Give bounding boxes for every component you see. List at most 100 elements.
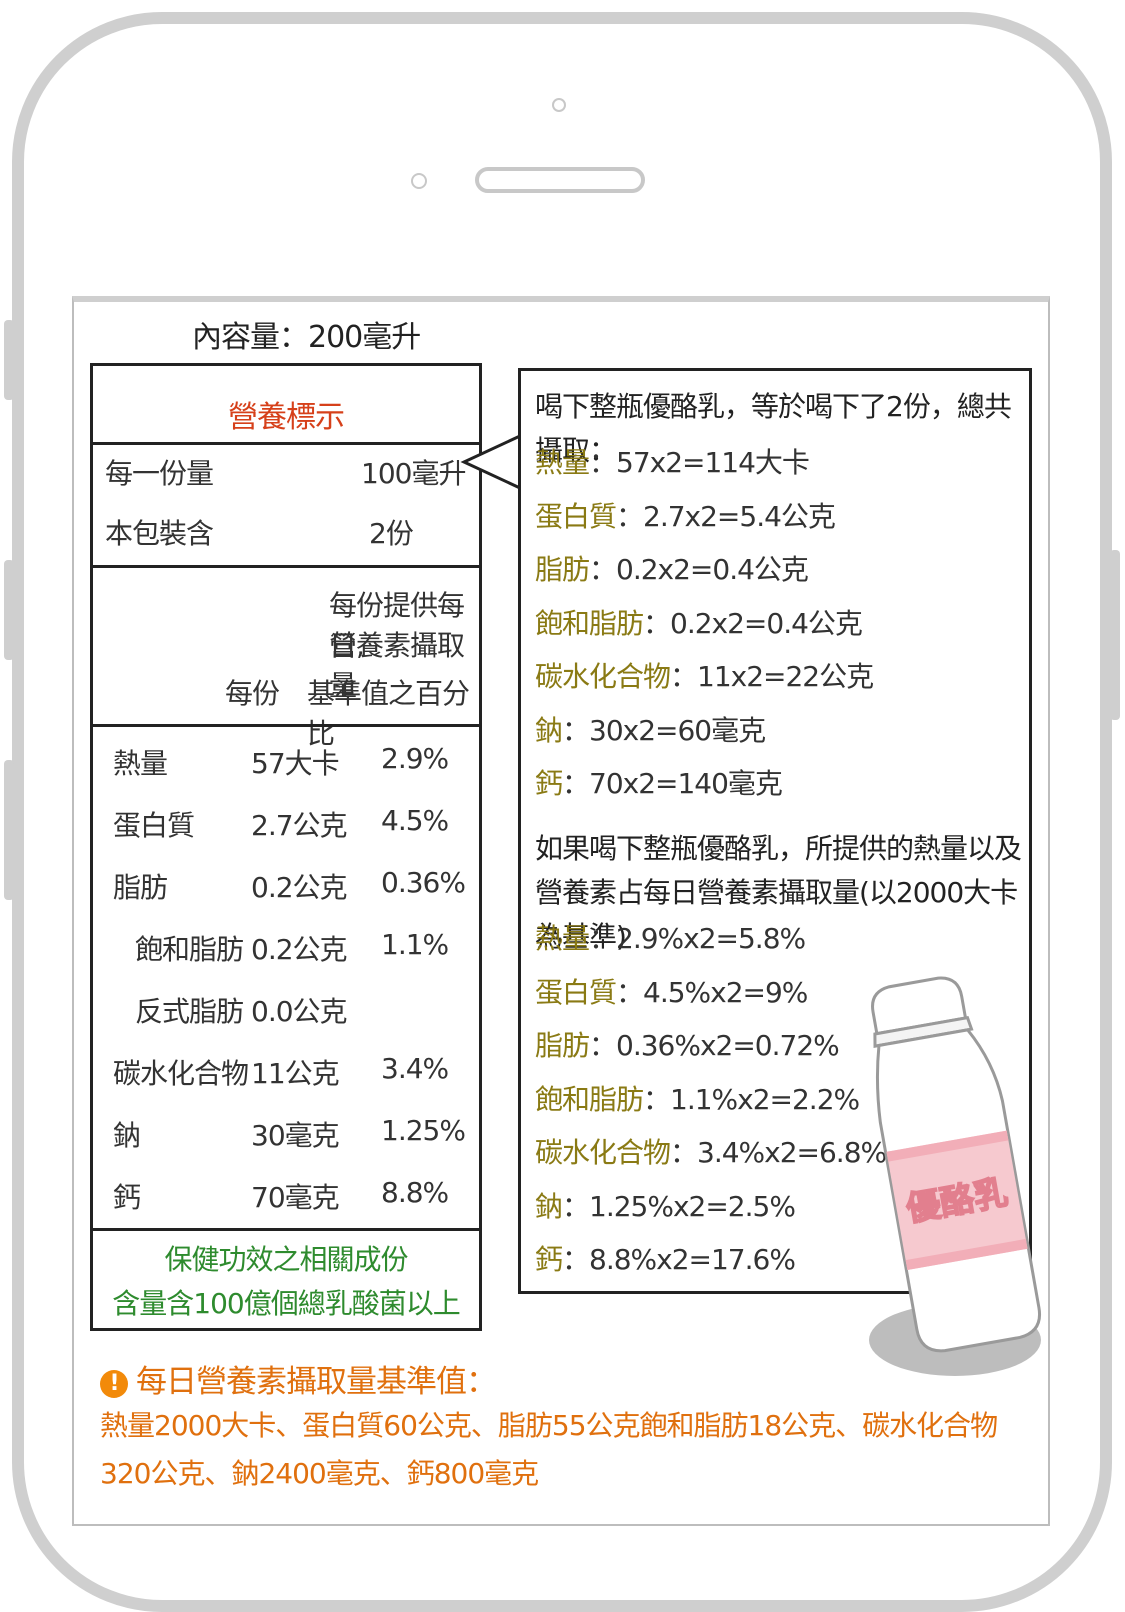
calculation-value: ：30x2=60毫克 xyxy=(562,713,766,747)
nutrient-row: 鈣 70毫克 8.8% xyxy=(93,1176,479,1216)
nutrient-name: 碳水化合物 xyxy=(535,1136,671,1169)
calculation-value: ：1.25%x2=2.5% xyxy=(562,1189,796,1223)
calculation-value: ：8.8%x2=17.6% xyxy=(562,1243,796,1276)
daily-percent-line: 鈉：1.25%x2=2.5% xyxy=(535,1185,796,1225)
total-intake-line: 碳水化合物：11x2=22公克 xyxy=(535,655,874,695)
calculation-value: ：1.1%x2=2.2% xyxy=(643,1082,860,1116)
header-per-serving: 每份 xyxy=(225,677,280,710)
phone-side-button xyxy=(1110,550,1120,720)
daily-percent-line: 飽和脂肪：1.1%x2=2.2% xyxy=(535,1078,860,1118)
total-intake-line: 飽和脂肪：0.2x2=0.4公克 xyxy=(535,602,863,642)
nutrient-name: 蛋白質 xyxy=(535,499,617,533)
content-amount: 內容量：200毫升 xyxy=(192,320,421,355)
phone-side-button xyxy=(4,560,14,660)
calculation-value: ：2.9%x2=5.8% xyxy=(589,922,806,955)
nutrient-percent: 3.4% xyxy=(381,1052,449,1085)
calculation-value: ：57x2=114大卡 xyxy=(589,446,810,479)
nutrient-name: 熱量 xyxy=(535,446,590,479)
nutrient-amount: 11公克 xyxy=(251,1057,340,1090)
phone-speaker xyxy=(475,167,645,193)
nutrient-row: 熱量 57大卡 2.9% xyxy=(93,742,479,782)
nutrient-amount: 0.2公克 xyxy=(251,871,348,904)
daily-reference-title: 每日營養素攝取量基準值： xyxy=(136,1364,497,1400)
warning-icon: ! xyxy=(100,1370,128,1398)
nutrient-amount: 0.2公克 xyxy=(251,933,348,966)
nutrient-name: 飽和脂肪 xyxy=(535,1082,644,1116)
nutrient-name: 鈉 xyxy=(535,713,563,747)
nutrient-amount: 70毫克 xyxy=(251,1181,340,1214)
divider xyxy=(93,724,479,727)
header-percent: 基準值之百分比 xyxy=(307,677,470,750)
phone-side-button xyxy=(4,760,14,900)
nutrition-label-title: 營養標示 xyxy=(228,400,345,435)
daily-percent-line: 碳水化合物：3.4%x2=6.8% xyxy=(535,1131,887,1171)
nutrient-name: 熱量 xyxy=(113,747,168,780)
total-intake-line: 脂肪：0.2x2=0.4公克 xyxy=(535,548,809,588)
nutrient-name: 蛋白質 xyxy=(535,975,617,1009)
calculation-value: ：11x2=22公克 xyxy=(670,660,874,693)
daily-percent-line: 蛋白質：4.5%x2=9% xyxy=(535,971,808,1011)
calculation-value: ：4.5%x2=9% xyxy=(616,975,808,1009)
nutrient-name: 鈉 xyxy=(113,1119,141,1152)
nutrient-name: 碳水化合物 xyxy=(535,660,671,693)
nutrient-amount: 0.0公克 xyxy=(251,995,348,1028)
divider xyxy=(93,1228,479,1231)
nutrition-label: 營養標示 每一份量 100毫升 本包裝含 2份 每份提供每日, 營養素攝取量 每… xyxy=(90,363,482,1331)
nutrient-name: 鈉 xyxy=(535,1189,563,1223)
calculation-value: ：2.7x2=5.4公克 xyxy=(616,499,836,533)
nutrient-name: 飽和脂肪 xyxy=(535,606,644,640)
divider xyxy=(93,565,479,568)
nutrient-percent: 8.8% xyxy=(381,1176,449,1209)
daily-reference-heading: ! 每日營養素攝取量基準值： xyxy=(100,1356,497,1401)
daily-reference-values: 熱量2000大卡、蛋白質60公克、脂肪55公克飽和脂肪18公克、碳水化合物320… xyxy=(100,1409,998,1490)
nutrient-row: 碳水化合物 11公克 3.4% xyxy=(93,1052,479,1092)
nutrient-name: 脂肪 xyxy=(535,1029,590,1062)
nutrient-name: 飽和脂肪 xyxy=(135,933,244,966)
nutrient-amount: 2.7公克 xyxy=(251,809,348,842)
total-intake-line: 鈉：30x2=60毫克 xyxy=(535,709,766,749)
nutrient-row: 脂肪 0.2公克 0.36% xyxy=(93,866,479,906)
nutrient-name: 鈣 xyxy=(535,767,563,800)
nutrient-percent: 4.5% xyxy=(381,804,449,837)
nutrient-name: 鈣 xyxy=(535,1243,563,1276)
calculation-value: ：70x2=140毫克 xyxy=(562,767,783,800)
calculation-value: ：3.4%x2=6.8% xyxy=(670,1136,887,1169)
phone-sensor xyxy=(411,173,427,189)
nutrient-name: 熱量 xyxy=(535,922,590,955)
daily-percent-line: 熱量：2.9%x2=5.8% xyxy=(535,917,806,957)
servings-value: 2份 xyxy=(369,517,414,550)
daily-percent-line: 鈣：8.8%x2=17.6% xyxy=(535,1238,796,1278)
nutrient-percent: 1.1% xyxy=(381,928,449,961)
nutrient-row: 鈉 30毫克 1.25% xyxy=(93,1114,479,1154)
nutrient-percent: 2.9% xyxy=(381,742,449,775)
nutrient-row: 反式脂肪 0.0公克 xyxy=(93,990,479,1030)
nutrient-name: 鈣 xyxy=(113,1181,141,1214)
health-ingredient-line2: 含量含100億個總乳酸菌以上 xyxy=(112,1287,460,1320)
nutrient-name: 蛋白質 xyxy=(113,809,195,842)
nutrient-amount: 30毫克 xyxy=(251,1119,340,1152)
nutrient-name: 脂肪 xyxy=(535,553,590,586)
nutrient-name: 反式脂肪 xyxy=(135,995,244,1028)
total-intake-line: 蛋白質：2.7x2=5.4公克 xyxy=(535,495,836,535)
calculation-value: ：0.36%x2=0.72% xyxy=(589,1029,840,1062)
nutrient-row: 飽和脂肪 0.2公克 1.1% xyxy=(93,928,479,968)
phone-side-button xyxy=(4,320,14,400)
divider xyxy=(93,442,479,445)
servings-label: 本包裝含 xyxy=(105,517,214,550)
daily-percent-line: 脂肪：0.36%x2=0.72% xyxy=(535,1024,840,1064)
bubble-pointer xyxy=(460,434,525,491)
serving-size-value: 100毫升 xyxy=(361,457,466,490)
total-intake-line: 鈣：70x2=140毫克 xyxy=(535,762,783,802)
nutrient-row: 蛋白質 2.7公克 4.5% xyxy=(93,804,479,844)
nutrient-name: 脂肪 xyxy=(113,871,168,904)
calculation-value: ：0.2x2=0.4公克 xyxy=(589,553,809,586)
health-ingredient-line1: 保健功效之相關成份 xyxy=(164,1243,408,1276)
front-camera xyxy=(552,98,566,112)
nutrient-amount: 57大卡 xyxy=(251,747,340,780)
nutrient-percent: 1.25% xyxy=(381,1114,466,1147)
calculation-value: ：0.2x2=0.4公克 xyxy=(643,606,863,640)
total-intake-line: 熱量：57x2=114大卡 xyxy=(535,441,810,481)
serving-size-label: 每一份量 xyxy=(105,457,214,490)
yogurt-bottle-illustration: 優酪乳 xyxy=(869,976,1042,1376)
nutrient-percent: 0.36% xyxy=(381,866,466,899)
